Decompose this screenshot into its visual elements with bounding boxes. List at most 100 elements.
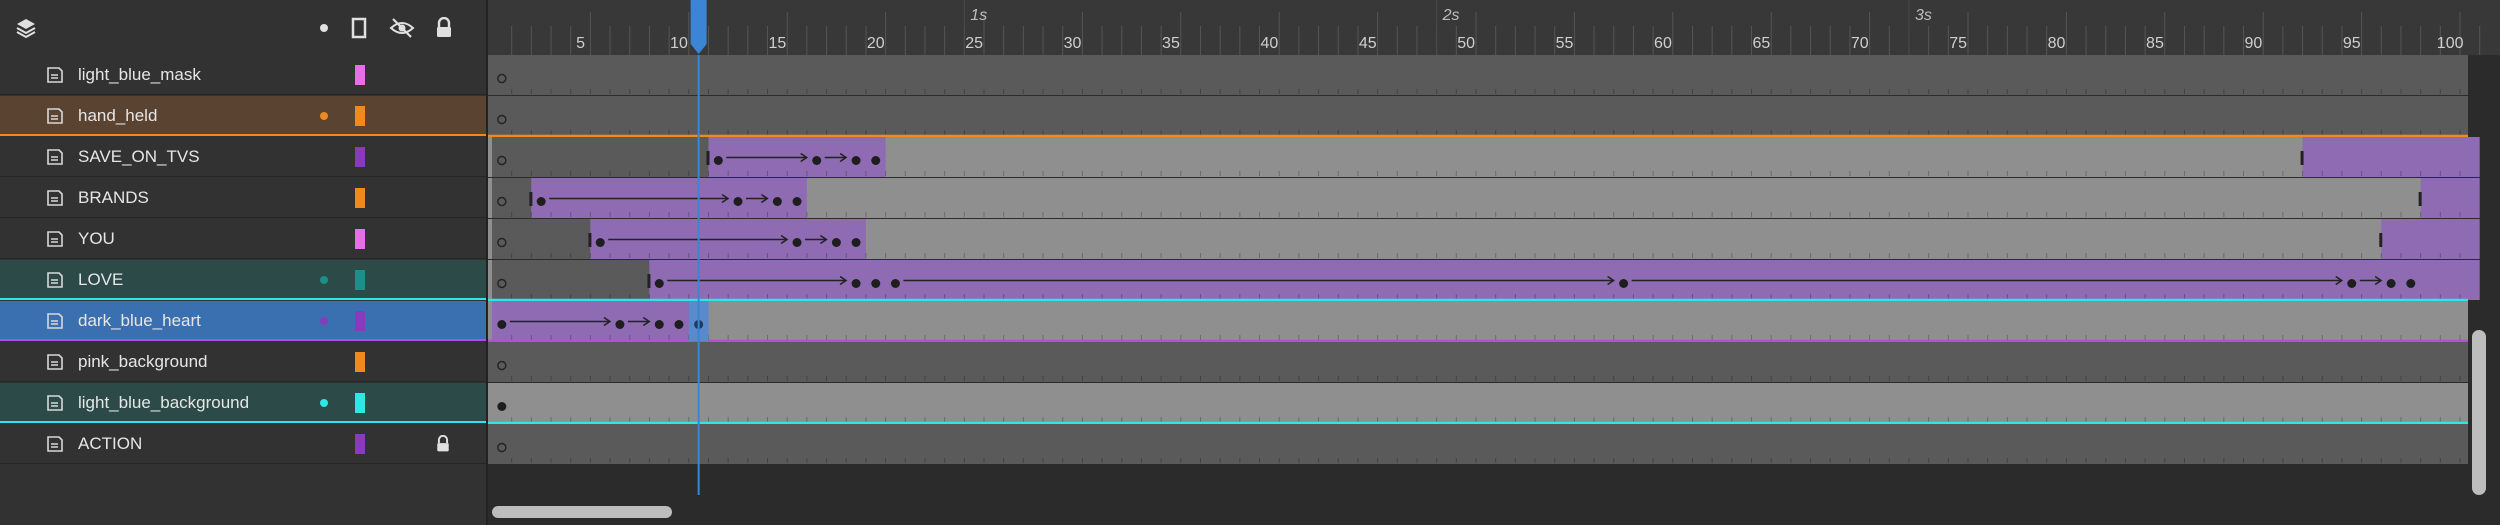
layer-name[interactable]: LOVE (78, 271, 123, 289)
layer-row-light-blue-mask[interactable]: light_blue_mask (0, 55, 486, 95)
frame-track[interactable] (488, 424, 2468, 464)
layer-name[interactable]: hand_held (78, 107, 157, 125)
keyframe[interactable] (851, 279, 861, 288)
frame-number-label: 95 (2343, 35, 2361, 52)
layer-color-swatch[interactable] (355, 311, 365, 331)
keyframe[interactable] (772, 197, 782, 206)
layer-name[interactable]: ACTION (78, 435, 142, 453)
layer-row-brands[interactable]: BRANDS (0, 178, 486, 218)
layer-type-icon (46, 148, 64, 166)
frame-number-label: 55 (1556, 35, 1574, 52)
layer-name[interactable]: light_blue_mask (78, 66, 201, 84)
layer-color-swatch[interactable] (355, 147, 365, 167)
layer-name[interactable]: YOU (78, 230, 115, 248)
keyframe[interactable] (2406, 279, 2416, 288)
playhead-handle[interactable] (690, 0, 707, 54)
layer-name[interactable]: SAVE_ON_TVS (78, 148, 200, 166)
layer-name[interactable]: dark_blue_heart (78, 312, 201, 330)
frame-track[interactable] (488, 96, 2468, 136)
layer-color-swatch[interactable] (355, 270, 365, 290)
keyframe[interactable] (851, 156, 861, 165)
layer-color-swatch[interactable] (355, 352, 365, 372)
layer-active-dot[interactable] (320, 276, 328, 284)
keyframe[interactable] (654, 320, 664, 329)
outline-frame-icon[interactable] (345, 14, 373, 42)
keyframe[interactable] (674, 320, 684, 329)
layer-type-icon (46, 312, 64, 330)
layer-name[interactable]: BRANDS (78, 189, 149, 207)
keyframe[interactable] (2386, 279, 2396, 288)
layer-row-love[interactable]: LOVE (0, 260, 486, 300)
keyframe[interactable] (615, 320, 625, 329)
second-label: 3s (1915, 7, 1932, 24)
layer-row-save-on-tvs[interactable]: SAVE_ON_TVS (0, 137, 486, 177)
keyframe[interactable] (851, 238, 861, 247)
animate-timeline-window: light_blue_mask hand_held SAVE_ON_TVS BRAND… (0, 0, 2500, 525)
layers-stack-icon[interactable] (12, 14, 40, 42)
layer-row-pink-background[interactable]: pink_background (0, 342, 486, 382)
span-start-marker (647, 274, 651, 288)
layer-active-dot[interactable] (320, 317, 328, 325)
horizontal-scrollbar[interactable] (492, 506, 672, 518)
tween-span[interactable] (492, 219, 591, 259)
keyframe[interactable] (871, 156, 881, 165)
frame-number-label: 90 (2244, 35, 2262, 52)
frame-number-label: 80 (2048, 35, 2066, 52)
layer-color-swatch[interactable] (355, 434, 365, 454)
timeline-canvas[interactable]: 5 10 15 20 25 30 35 40 45 50 55 60 65 70 75 80 85 90 95 100… (488, 0, 2500, 525)
layer-row-light-blue-background[interactable]: light_blue_background (0, 383, 486, 423)
layer-lock-icon[interactable] (434, 434, 452, 453)
keyframe[interactable] (831, 238, 841, 247)
tween-span[interactable] (2420, 178, 2480, 218)
frame-number-label: 20 (867, 35, 885, 52)
frame-track[interactable] (488, 383, 2468, 423)
keyframe[interactable] (2347, 279, 2357, 288)
eye-slash-icon[interactable] (388, 14, 416, 42)
keyframe[interactable] (733, 197, 743, 206)
frame-track[interactable] (488, 301, 2468, 341)
frame-track[interactable] (488, 55, 2468, 95)
layer-type-icon (46, 107, 64, 125)
second-label: 1s (970, 7, 987, 24)
layer-row-dark-blue-heart[interactable]: dark_blue_heart (0, 301, 486, 341)
keyframe[interactable] (595, 238, 605, 247)
layer-name[interactable]: light_blue_background (78, 394, 249, 412)
layer-color-swatch[interactable] (355, 393, 365, 413)
keyframe[interactable] (890, 279, 900, 288)
lock-icon[interactable] (430, 14, 458, 42)
tween-span[interactable] (2381, 219, 2480, 259)
layer-active-dot[interactable] (320, 112, 328, 120)
keyframe[interactable] (871, 279, 881, 288)
layer-type-icon (46, 189, 64, 207)
timeline-frames[interactable]: 5 10 15 20 25 30 35 40 45 50 55 60 65 70 75 80 85 90 95 100… (488, 0, 2500, 525)
tween-span[interactable] (2302, 137, 2480, 177)
layer-name[interactable]: pink_background (78, 353, 207, 371)
layer-type-icon (46, 66, 64, 84)
keyframe[interactable] (792, 197, 802, 206)
layer-color-swatch[interactable] (355, 188, 365, 208)
keyframe[interactable] (536, 197, 546, 206)
layers-panel: light_blue_mask hand_held SAVE_ON_TVS BRAND… (0, 0, 488, 525)
dot-icon[interactable] (310, 14, 338, 42)
vertical-scrollbar[interactable] (2472, 330, 2486, 495)
keyframe[interactable] (497, 402, 507, 411)
layer-color-swatch[interactable] (355, 106, 365, 126)
keyframe[interactable] (792, 238, 802, 247)
layer-row-action[interactable]: ACTION (0, 424, 486, 464)
layer-color-swatch[interactable] (355, 65, 365, 85)
layer-active-dot[interactable] (320, 399, 328, 407)
keyframe[interactable] (812, 156, 822, 165)
tween-span[interactable] (492, 137, 709, 177)
layer-row-you[interactable]: YOU (0, 219, 486, 259)
keyframe[interactable] (713, 156, 723, 165)
frame-ruler[interactable] (488, 0, 2500, 55)
layer-color-swatch[interactable] (355, 229, 365, 249)
keyframe[interactable] (497, 320, 507, 329)
keyframe[interactable] (654, 279, 664, 288)
layer-row-hand-held[interactable]: hand_held (0, 96, 486, 136)
timeline-empty-area (488, 465, 2468, 525)
frame-number-label: 10 (670, 35, 688, 52)
frame-track[interactable] (488, 342, 2468, 382)
span-start-marker (529, 192, 533, 206)
keyframe[interactable] (1619, 279, 1629, 288)
